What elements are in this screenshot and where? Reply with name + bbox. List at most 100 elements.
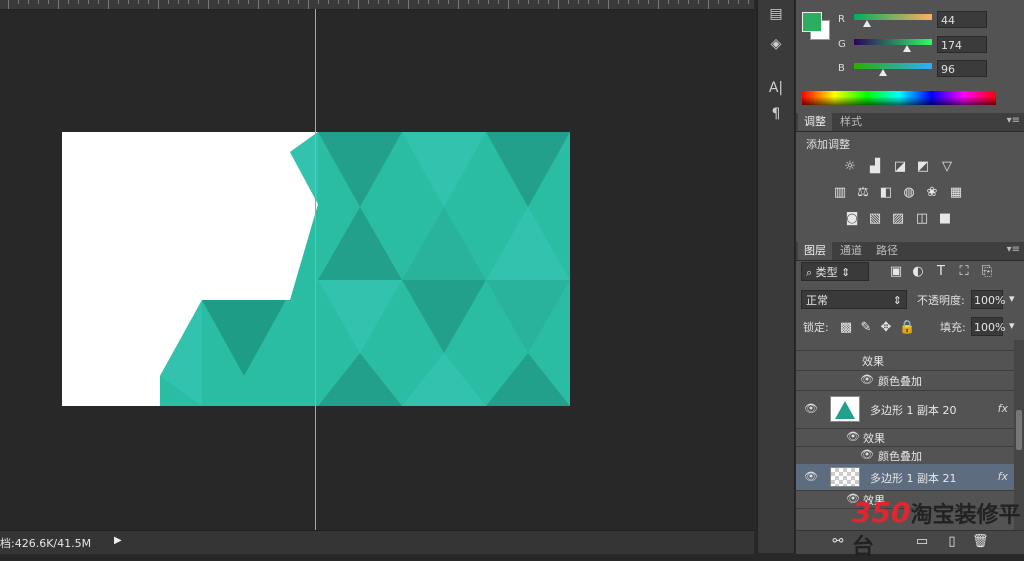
opacity-dropdown-icon[interactable]: ▾ [1009, 292, 1015, 305]
ruler-tick [178, 0, 179, 4]
green-slider[interactable] [854, 39, 932, 45]
green-value[interactable]: 174 [937, 36, 987, 53]
red-slider-thumb[interactable] [863, 20, 871, 27]
color-spectrum-bar[interactable] [802, 91, 996, 105]
blue-slider-thumb[interactable] [879, 69, 887, 76]
adjustments-tabs: 调整 样式 ▾≡ [796, 113, 1024, 132]
layer-filter-select[interactable]: ⌕ 类型 ⇕ [801, 262, 869, 281]
status-bar: 档:426.6K/41.5M ▶ [0, 530, 754, 554]
fill-dropdown-icon[interactable]: ▾ [1009, 319, 1015, 332]
channel-mixer-icon[interactable]: ❀ [924, 186, 940, 200]
guide-line[interactable] [315, 9, 316, 530]
pixel-filter-icon[interactable]: ▣ [888, 265, 904, 279]
ruler-tick [38, 0, 39, 4]
adjust-filter-icon[interactable]: ◐ [910, 265, 926, 279]
ruler-tick [148, 0, 149, 4]
ruler-tick [488, 0, 489, 4]
thumbnail-triangle [835, 401, 855, 419]
hue-saturation-icon[interactable]: ▥ [832, 186, 848, 200]
selective-color-icon[interactable]: ■ [937, 212, 953, 226]
layer-name[interactable]: 多边形 1 副本 21 [870, 470, 957, 486]
fill-label: 填充: [940, 321, 966, 334]
ruler-tick [78, 0, 79, 4]
blue-slider[interactable] [854, 63, 932, 69]
ruler-tick [138, 0, 139, 4]
eye-icon[interactable]: 👁 [860, 373, 874, 386]
ruler-tick [548, 0, 549, 4]
levels-icon[interactable]: ▟ [867, 160, 883, 174]
black-white-icon[interactable]: ◧ [878, 186, 894, 200]
lock-transparent-icon[interactable]: ▩ [838, 321, 854, 335]
opacity-field[interactable]: 100% [971, 290, 1005, 309]
properties-icon[interactable]: ◈ [766, 34, 786, 54]
eye-icon[interactable]: 👁 [860, 448, 874, 461]
ruler-tick [728, 0, 729, 4]
status-menu-arrow-icon[interactable]: ▶ [114, 535, 122, 546]
fill-field[interactable]: 100% [971, 317, 1005, 336]
eye-icon[interactable]: 👁 [846, 430, 860, 443]
panel-menu-icon[interactable]: ▾≡ [1007, 244, 1020, 255]
ruler-tick [448, 0, 449, 4]
ruler-tick [8, 0, 9, 9]
foreground-color-swatch[interactable] [802, 12, 822, 32]
layer-name[interactable]: 多边形 1 副本 20 [870, 402, 957, 418]
eye-icon[interactable]: 👁 [804, 402, 818, 415]
tab-styles[interactable]: 样式 [834, 113, 868, 131]
tab-channels[interactable]: 通道 [834, 242, 868, 260]
layer-effects-row[interactable]: 👁 效果 [796, 428, 1014, 447]
color-lookup-icon[interactable]: ▦ [948, 186, 964, 200]
layer-thumbnail[interactable] [830, 396, 860, 422]
threshold-icon[interactable]: ▨ [890, 212, 906, 226]
paragraph-icon[interactable]: ¶ [766, 104, 786, 124]
shape-filter-icon[interactable]: ⛶ [956, 265, 972, 279]
exposure-icon[interactable]: ◩ [915, 160, 931, 174]
lock-position-icon[interactable]: ✥ [878, 321, 894, 335]
brightness-icon[interactable]: ☼ [842, 160, 858, 174]
document-size-readout[interactable]: 档:426.6K/41.5M [0, 535, 91, 551]
photo-filter-icon[interactable]: ◍ [901, 186, 917, 200]
blend-mode-select[interactable]: 正常 ⇕ [801, 290, 907, 309]
ruler-tick [568, 0, 569, 4]
ruler-tick [128, 0, 129, 4]
type-filter-icon[interactable]: T [933, 265, 949, 279]
tab-adjustments[interactable]: 调整 [798, 113, 832, 131]
fx-icon[interactable]: fx [998, 470, 1008, 483]
curves-icon[interactable]: ◪ [892, 160, 908, 174]
blue-value[interactable]: 96 [937, 60, 987, 77]
lock-paint-icon[interactable]: ✎ [858, 321, 874, 335]
ruler-tick [688, 0, 689, 4]
character-icon[interactable]: A| [766, 78, 786, 98]
lock-all-icon[interactable]: 🔒 [899, 321, 915, 335]
ruler-tick [208, 0, 209, 9]
tab-paths[interactable]: 路径 [870, 242, 904, 260]
ruler-tick [188, 0, 189, 4]
horizontal-ruler[interactable] [0, 0, 754, 10]
effects-label: 效果 [863, 432, 885, 445]
green-slider-thumb[interactable] [903, 45, 911, 52]
layer-thumbnail[interactable] [830, 467, 860, 487]
canvas-area[interactable] [0, 0, 754, 530]
layer-item-selected[interactable]: 👁 多边形 1 副本 21 fx [796, 464, 1014, 491]
watermark-number: 350 [852, 496, 911, 529]
tab-layers[interactable]: 图层 [798, 242, 832, 260]
smart-object-filter-icon[interactable]: ⎘ [979, 265, 995, 279]
layer-effect-item[interactable]: 👁 颜色叠加 [796, 370, 1014, 391]
history-icon[interactable]: ▤ [766, 4, 786, 24]
scroll-thumb[interactable] [1016, 410, 1022, 450]
fx-icon[interactable]: fx [998, 402, 1008, 415]
panel-menu-icon[interactable]: ▾≡ [1007, 115, 1020, 126]
color-balance-icon[interactable]: ⚖ [855, 186, 871, 200]
invert-icon[interactable]: ◙ [844, 212, 860, 226]
layer-item[interactable]: 👁 多边形 1 副本 20 fx [796, 390, 1014, 429]
document-canvas[interactable] [62, 132, 570, 406]
layer-effect-item[interactable]: 👁 颜色叠加 [796, 446, 1014, 465]
posterize-icon[interactable]: ▧ [867, 212, 883, 226]
eye-icon[interactable]: 👁 [804, 470, 818, 483]
link-layers-icon[interactable]: ⚯ [830, 535, 846, 549]
ruler-tick [198, 0, 199, 4]
vibrance-icon[interactable]: ▽ [939, 160, 955, 174]
layer-effects-row[interactable]: 效果 [796, 350, 1014, 371]
ruler-tick [398, 0, 399, 4]
gradient-map-icon[interactable]: ◫ [914, 212, 930, 226]
red-value[interactable]: 44 [937, 11, 987, 28]
